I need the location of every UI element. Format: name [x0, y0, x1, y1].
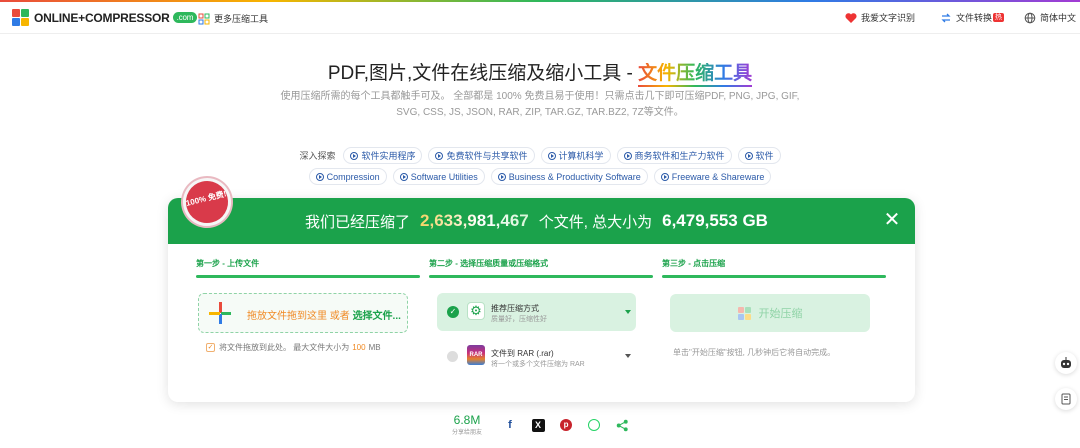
play-circle-icon — [350, 151, 359, 160]
explore-pill[interactable]: 软件实用程序 — [343, 147, 423, 164]
site-header: ONLINE+COMPRESSOR .com 更多压缩工具 我爱文字识别 文件转换… — [0, 2, 1080, 34]
file-convert-link[interactable]: 文件转换热 — [940, 11, 1005, 24]
play-circle-icon — [547, 151, 556, 160]
explore-pill[interactable]: 商务软件和生产力软件 — [616, 147, 732, 164]
file-drop-zone[interactable]: 拖放文件拖到这里 或者 选择文件... — [198, 293, 408, 333]
step1-bar — [196, 275, 420, 278]
pinterest-icon[interactable]: p — [558, 417, 574, 433]
more-tools-link[interactable]: 更多压缩工具 — [198, 12, 268, 25]
step3-title: 第三步 - 点击压缩 — [662, 259, 726, 268]
play-circle-icon — [497, 172, 506, 181]
total-size: 6,479,553 GB — [662, 211, 768, 230]
select-file-link[interactable]: 选择文件... — [353, 311, 401, 322]
logo-icon — [12, 9, 29, 26]
radio-checked-icon: ✓ — [447, 306, 459, 318]
explore-label: 深入探索 — [299, 151, 336, 161]
explore-row-2: Compression Software Utilities Business … — [0, 168, 1080, 185]
text-recognition-link[interactable]: 我爱文字识别 — [845, 11, 915, 24]
file-size-limit: ✓ 将文件拖放到此处。 最大文件大小为 100 MB — [206, 343, 381, 352]
language-selector[interactable]: 简体中文 — [1024, 11, 1076, 24]
drop-text: 拖放文件拖到这里 或者 选择文件... — [247, 311, 401, 322]
explore-pill[interactable]: Software Utilities — [392, 168, 485, 185]
x-icon[interactable]: X — [530, 417, 546, 433]
check-icon: ✓ — [206, 343, 215, 352]
step3-bar — [662, 275, 886, 278]
facebook-icon[interactable]: f — [502, 417, 518, 433]
option-rar[interactable]: RAR 文件到 RAR (.rar) 将一个或多个文件压缩为 RAR — [437, 341, 636, 371]
page-subtitle: 使用压缩所需的每个工具都触手可及。 全部都是 100% 免费且易于使用！只需点击… — [280, 91, 800, 118]
start-compress-label: 开始压缩 — [758, 308, 803, 320]
explore-pill[interactable]: Freeware & Shareware — [653, 168, 772, 185]
explore-pill[interactable]: 免费软件与共享软件 — [428, 147, 535, 164]
whatsapp-icon[interactable] — [586, 417, 602, 433]
option-subtitle: 将一个或多个文件压缩为 RAR — [491, 361, 585, 368]
step2-bar — [429, 275, 653, 278]
option-title: 推荐压缩方式 — [491, 304, 539, 313]
compress-hint: 单击"开始压缩"按钮, 几秒钟后它将自动完成。 — [673, 348, 836, 357]
play-circle-icon — [623, 151, 632, 160]
language-label: 简体中文 — [1040, 13, 1077, 23]
globe-icon — [1024, 12, 1036, 23]
stats-middle: 个文件, 总大小为 — [538, 213, 653, 231]
title-highlight: 文件压缩工具 — [638, 63, 753, 84]
step1-title: 第一步 - 上传文件 — [196, 259, 260, 268]
start-compress-button[interactable]: 开始压缩 — [670, 294, 870, 332]
compress-icon — [737, 306, 751, 320]
chevron-down-icon[interactable] — [625, 354, 631, 358]
explore-pill[interactable]: 软件 — [737, 147, 781, 164]
files-count: 2,633,981,467 — [420, 211, 529, 230]
radio-unchecked-icon — [447, 351, 458, 362]
explore-pill[interactable]: Business & Productivity Software — [490, 168, 648, 185]
more-tools-label: 更多压缩工具 — [214, 14, 269, 24]
chat-bot-icon[interactable] — [1055, 352, 1077, 374]
play-circle-icon — [660, 172, 669, 181]
explore-pill[interactable]: 计算机科学 — [540, 147, 611, 164]
plus-icon — [209, 302, 231, 324]
explore-pill[interactable]: Compression — [308, 168, 387, 185]
text-recognition-label: 我爱文字识别 — [861, 13, 916, 23]
hot-badge: 热 — [993, 13, 1005, 22]
gear-icon: ⚙ — [467, 302, 485, 320]
page-title: PDF,图片,文件在线压缩及缩小工具 - 文件压缩工具 — [327, 63, 753, 84]
explore-row-1: 深入探索 软件实用程序 免费软件与共享软件 计算机科学 商务软件和生产力软件 软… — [0, 147, 1080, 164]
option-subtitle: 质量好，压缩性好 — [491, 316, 547, 323]
rar-icon: RAR — [467, 345, 485, 365]
play-circle-icon — [399, 172, 408, 181]
play-circle-icon — [315, 172, 324, 181]
play-circle-icon — [435, 151, 444, 160]
close-icon[interactable]: ✕ — [883, 210, 901, 230]
stats-banner: 我们已经压缩了 2,633,981,467 个文件, 总大小为 6,479,55… — [168, 198, 915, 244]
heart-icon — [845, 12, 857, 23]
chevron-down-icon[interactable] — [625, 310, 631, 314]
step2-title: 第二步 - 选择压缩质量或压缩格式 — [429, 259, 549, 268]
feedback-icon[interactable] — [1055, 388, 1077, 410]
option-recommended[interactable]: ✓ ⚙ 推荐压缩方式 质量好，压缩性好 — [437, 293, 636, 331]
logo-text: ONLINE+COMPRESSOR .com — [34, 11, 198, 25]
share-count: 6.8M 分享给朋友 — [452, 413, 483, 437]
site-logo[interactable]: ONLINE+COMPRESSOR .com — [12, 9, 198, 26]
option-title: 文件到 RAR (.rar) — [491, 349, 554, 358]
convert-icon — [941, 13, 951, 22]
stats-prefix: 我们已经压缩了 — [305, 213, 411, 231]
share-icon[interactable] — [614, 417, 630, 433]
share-bar: 6.8M 分享给朋友 f X p — [452, 414, 636, 436]
play-circle-icon — [744, 151, 753, 160]
file-convert-label: 文件转换 — [956, 13, 993, 23]
grid-icon — [198, 13, 210, 24]
logo-badge: .com — [172, 11, 198, 23]
